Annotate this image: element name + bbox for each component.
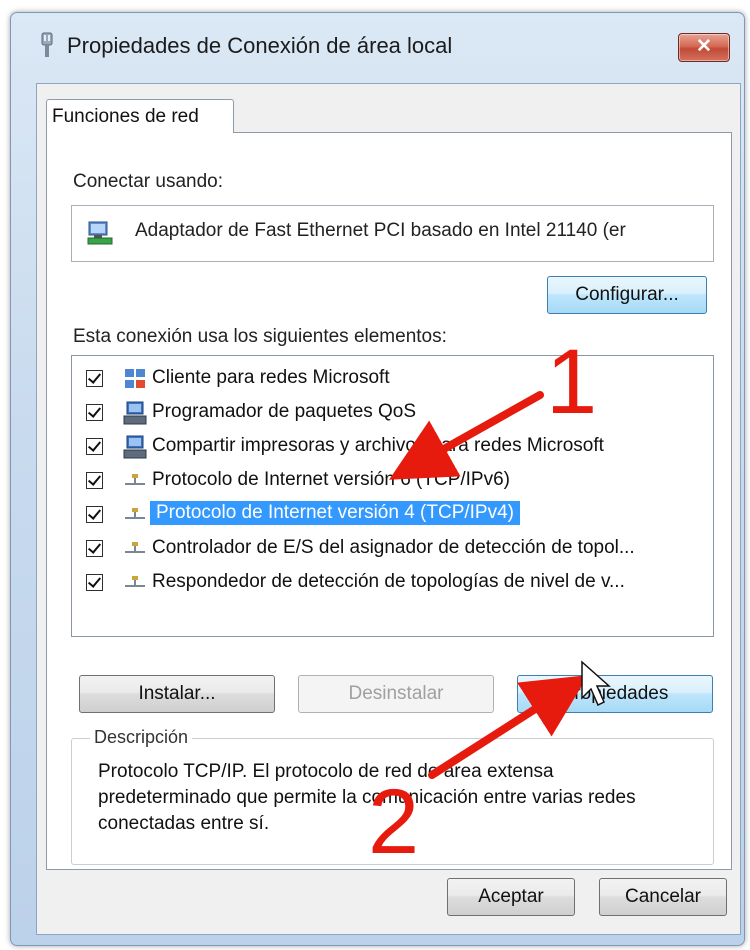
list-item-selected[interactable]: Protocolo de Internet versión 4 (TCP/IPv…	[72, 499, 713, 533]
configure-button[interactable]: Configurar...	[547, 276, 707, 314]
checkbox[interactable]	[86, 472, 103, 489]
description-group: Descripción Protocolo TCP/IP. El protoco…	[71, 727, 714, 865]
list-item-label: Cliente para redes Microsoft	[152, 367, 390, 388]
dialog-window: Propiedades de Conexión de área local ✕ …	[10, 12, 745, 946]
description-text: Protocolo TCP/IP. El protocolo de red de…	[98, 761, 636, 834]
uninstall-button[interactable]: Desinstalar	[298, 675, 494, 713]
list-item[interactable]: Respondedor de detección de topologías d…	[72, 567, 713, 601]
network-protocol-icon	[125, 474, 145, 485]
list-item-label: Controlador de E/S del asignador de dete…	[152, 537, 635, 558]
properties-button[interactable]: Propiedades	[517, 675, 713, 713]
network-service-icon	[123, 435, 147, 459]
network-service-icon	[123, 401, 147, 425]
checkbox[interactable]	[86, 574, 103, 591]
tab-panel: Conectar usando: Adaptador de Fast Ether…	[46, 132, 732, 870]
network-connection-icon	[41, 32, 53, 57]
components-list[interactable]: Cliente para redes Microsoft Programador…	[71, 355, 714, 637]
adapter-name: Adaptador de Fast Ethernet PCI basado en…	[135, 220, 626, 241]
list-item[interactable]: Protocolo de Internet versión 6 (TCP/IPv…	[72, 465, 713, 499]
network-adapter-icon	[87, 221, 113, 245]
checkbox[interactable]	[86, 404, 103, 421]
close-button[interactable]: ✕	[678, 33, 730, 62]
list-item[interactable]: Cliente para redes Microsoft	[72, 363, 713, 397]
adapter-field: Adaptador de Fast Ethernet PCI basado en…	[71, 205, 714, 262]
list-item-label: Respondedor de detección de topologías d…	[152, 571, 625, 592]
window-title: Propiedades de Conexión de área local	[67, 33, 453, 58]
checkbox[interactable]	[86, 438, 103, 455]
network-protocol-icon	[125, 576, 145, 587]
list-item[interactable]: Compartir impresoras y archivos para red…	[72, 431, 713, 465]
components-label: Esta conexión usa los siguientes element…	[73, 326, 447, 347]
dialog-body: Funciones de red Conectar usando: Adapta…	[36, 83, 741, 935]
install-button[interactable]: Instalar...	[79, 675, 275, 713]
tab-funciones-de-red[interactable]: Funciones de red	[46, 99, 234, 133]
description-title: Descripción	[90, 727, 193, 748]
list-item-label: Protocolo de Internet versión 6 (TCP/IPv…	[152, 469, 510, 490]
network-client-icon	[125, 369, 145, 388]
checkbox[interactable]	[86, 506, 103, 523]
list-item-label: Programador de paquetes QoS	[152, 401, 417, 422]
list-item-label: Compartir impresoras y archivos para red…	[152, 435, 604, 456]
network-protocol-icon	[125, 542, 145, 553]
connect-using-label: Conectar usando:	[73, 171, 223, 192]
list-item[interactable]: Programador de paquetes QoS	[72, 397, 713, 431]
ok-button[interactable]: Aceptar	[447, 878, 575, 916]
checkbox[interactable]	[86, 540, 103, 557]
title-bar[interactable]: Propiedades de Conexión de área local ✕	[11, 13, 744, 75]
list-item-label: Protocolo de Internet versión 4 (TCP/IPv…	[150, 501, 520, 525]
cancel-button[interactable]: Cancelar	[599, 878, 727, 916]
list-item[interactable]: Controlador de E/S del asignador de dete…	[72, 533, 713, 567]
checkbox[interactable]	[86, 370, 103, 387]
network-protocol-icon	[125, 508, 145, 519]
